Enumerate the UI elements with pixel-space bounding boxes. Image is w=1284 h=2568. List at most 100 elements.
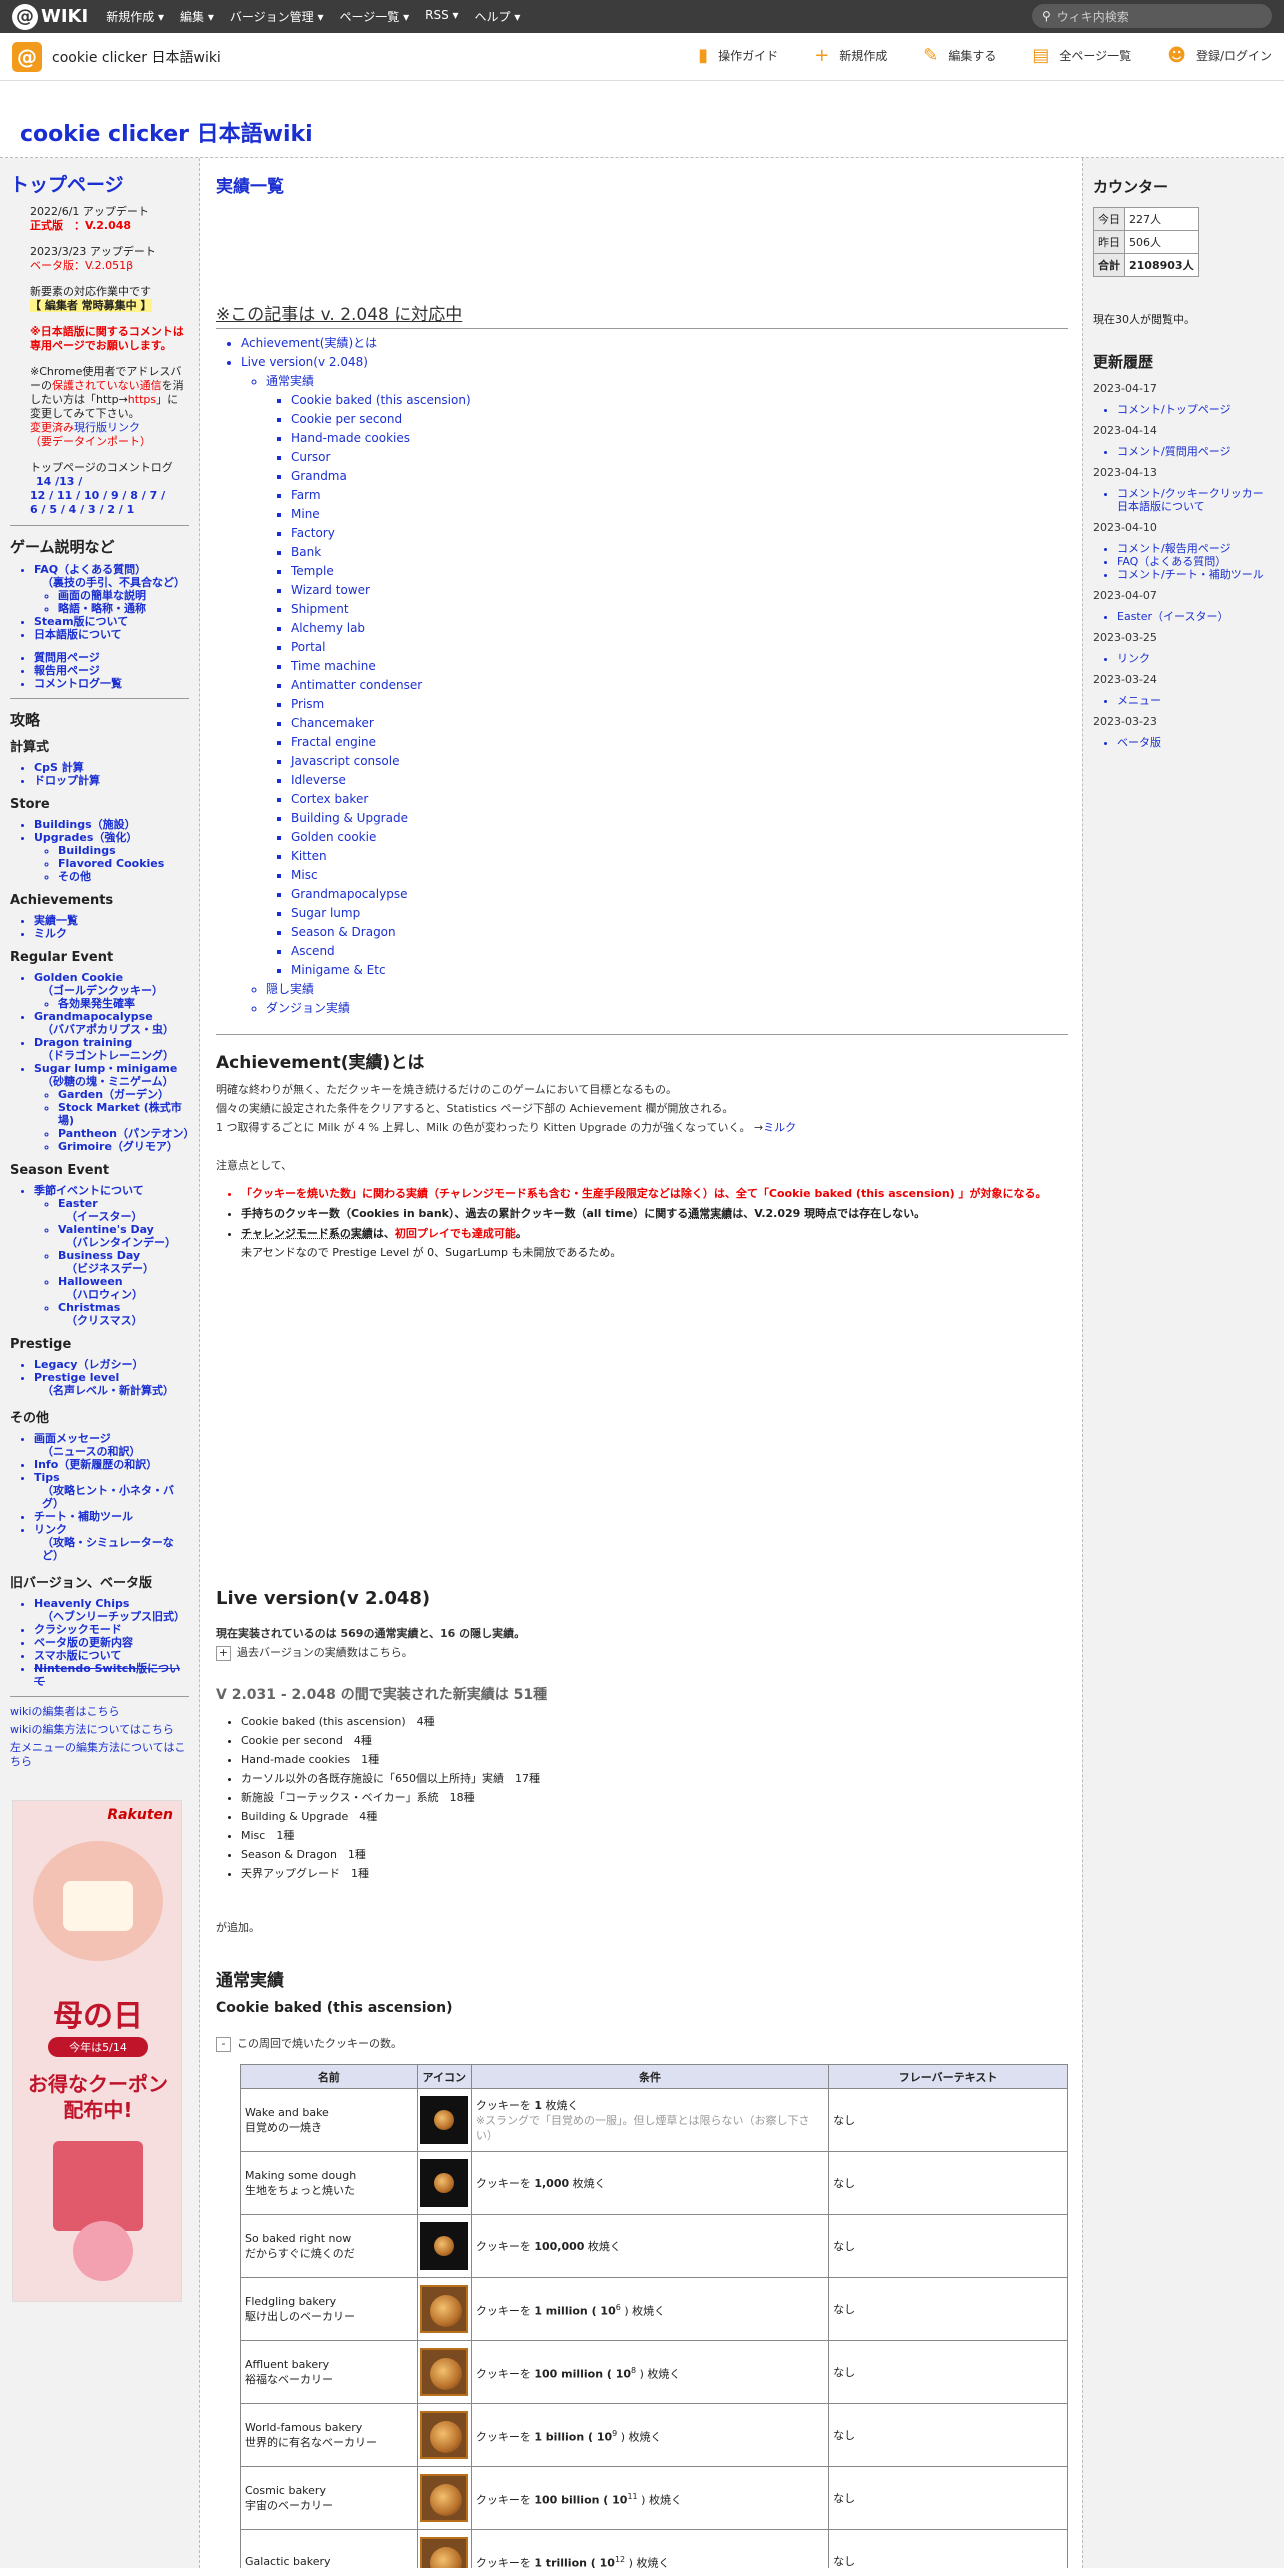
toc-item[interactable]: Sugar lump xyxy=(291,904,816,923)
list-item: Building & Upgrade 4種 xyxy=(241,1807,540,1826)
section-live-version: Live version(v 2.048) xyxy=(216,1588,431,1609)
about-text: 明確な終わりが無く、ただクッキーを焼き続けるだけのこのゲームにおいて目標となるも… xyxy=(216,1083,797,1172)
toc-item[interactable]: Misc xyxy=(291,866,816,885)
top-menus: 新規作成 ▾ 編集 ▾ バージョン管理 ▾ ページ一覧 ▾ RSS ▾ ヘルプ … xyxy=(106,8,536,25)
guide-button[interactable]: ▮ 操作ガイド xyxy=(698,45,778,66)
history-date: 2023-04-07 xyxy=(1093,589,1157,602)
toc-item[interactable]: Cortex baker xyxy=(291,790,816,809)
new-page-button[interactable]: + 新規作成 xyxy=(814,45,887,66)
toc-item[interactable]: Temple xyxy=(291,562,816,581)
menu-pages[interactable]: ページ一覧 ▾ xyxy=(340,8,410,25)
achievement-icon xyxy=(420,2411,469,2459)
history-item[interactable]: コメント/チート・補助ツール xyxy=(1117,568,1274,581)
new-achievements-list: Cookie baked (this ascension) 4種Cookie p… xyxy=(216,1712,540,1883)
history-item[interactable]: ベータ版 xyxy=(1117,736,1274,749)
toc-item[interactable]: Hand-made cookies xyxy=(291,429,816,448)
history-item[interactable]: コメント/報告用ページ xyxy=(1117,542,1274,555)
menu-edit[interactable]: 編集 ▾ xyxy=(180,8,214,25)
expand-toggle[interactable]: + xyxy=(216,1645,231,1661)
toc-item[interactable]: Kitten xyxy=(291,847,816,866)
atwiki-logo[interactable]: @ WIKI xyxy=(12,3,88,30)
toc-item[interactable]: Javascript console xyxy=(291,752,816,771)
user-add-icon: ☻ xyxy=(1167,45,1186,66)
history-item[interactable]: コメント/質問用ページ xyxy=(1117,445,1274,458)
history-item[interactable]: リンク xyxy=(1117,652,1274,665)
editor-link[interactable]: wikiの編集者はこちら xyxy=(10,1705,189,1719)
edit-button[interactable]: ✎ 編集する xyxy=(923,45,996,66)
toc-item[interactable]: Antimatter condenser xyxy=(291,676,816,695)
toc-item[interactable]: Grandma xyxy=(291,467,816,486)
history-date: 2023-03-23 xyxy=(1093,715,1157,728)
table-of-contents: Achievement(実績)とは Live version(v 2.048) … xyxy=(216,334,816,1018)
toc-item[interactable]: Mine xyxy=(291,505,816,524)
toc-item[interactable]: Time machine xyxy=(291,657,816,676)
toc-item[interactable]: Cookie baked (this ascension) xyxy=(291,391,816,410)
all-pages-button[interactable]: ▤ 全ページ一覧 xyxy=(1032,45,1131,66)
plus-icon: + xyxy=(814,45,830,66)
achievement-icon xyxy=(420,2159,469,2207)
toc-item[interactable]: Farm xyxy=(291,486,816,505)
toc-item[interactable]: Chancemaker xyxy=(291,714,816,733)
history-date: 2023-03-24 xyxy=(1093,673,1157,686)
site-name[interactable]: cookie clicker 日本語wiki xyxy=(52,47,221,67)
menu-edit-howto-link[interactable]: 左メニューの編集方法についてはこちら xyxy=(10,1741,189,1769)
history-item[interactable]: FAQ（よくある質問） xyxy=(1117,555,1274,568)
list-item: 天界アップグレード 1種 xyxy=(241,1864,540,1883)
wiki-search-input[interactable]: ⚲ ウィキ内検索 xyxy=(1032,4,1272,28)
achievement-icon xyxy=(420,2096,469,2144)
achievement-icon xyxy=(420,2474,469,2522)
edit-howto-link[interactable]: wikiの編集方法についてはこちら xyxy=(10,1723,189,1737)
toc-item[interactable]: Portal xyxy=(291,638,816,657)
menu-version[interactable]: バージョン管理 ▾ xyxy=(230,8,324,25)
left-top-page-link[interactable]: トップページ xyxy=(10,170,189,197)
history-item[interactable]: コメント/トップページ xyxy=(1117,403,1274,416)
achievement-icon xyxy=(420,2222,469,2270)
page-title[interactable]: 実績一覧 xyxy=(216,172,284,197)
toc-item[interactable]: Bank xyxy=(291,543,816,562)
login-button[interactable]: ☻ 登録/ログイン xyxy=(1167,45,1272,66)
table-row: World-famous bakery 世界的に有名なベーカリー クッキーを 1 b… xyxy=(240,2403,1068,2467)
toc-item[interactable]: Cookie per second xyxy=(291,410,816,429)
site-title[interactable]: cookie clicker 日本語wiki xyxy=(20,116,313,148)
toc-item[interactable]: Minigame & Etc xyxy=(291,961,816,980)
toc-item[interactable]: Fractal engine xyxy=(291,733,816,752)
list-item: Cookie baked (this ascension) 4種 xyxy=(241,1712,540,1731)
game-section-title: ゲーム説明など xyxy=(10,538,115,556)
update-history: 2023-04-17 コメント/トップページ 2023-04-14 コメント/質問用ペ… xyxy=(1093,382,1274,749)
at-logo-icon: @ xyxy=(12,3,38,30)
toc-item[interactable]: Shipment xyxy=(291,600,816,619)
top-bar: @ WIKI 新規作成 ▾ 編集 ▾ バージョン管理 ▾ ページ一覧 ▾ RSS … xyxy=(0,0,1284,33)
achievements-table: 名前 アイコン 条件 フレーバーテキスト Wake and bake 目覚めの一焼… xyxy=(240,2064,1068,2568)
menu-rss[interactable]: RSS ▾ xyxy=(425,8,458,25)
list-item: Season & Dragon 1種 xyxy=(241,1845,540,1864)
ad-banner[interactable]: Rakuten 母の日 今年は5/14 お得なクーポン 配布中! xyxy=(12,1800,182,2302)
history-item[interactable]: Easter（イースター） xyxy=(1117,610,1274,623)
toc-item[interactable]: Wizard tower xyxy=(291,581,816,600)
main-content: 実績一覧 ※この記事は v. 2.048 に対応中 Achievement(実績… xyxy=(216,158,1068,2568)
table-row: Galactic bakery クッキーを 1 trillion ( 1012 )… xyxy=(240,2529,1068,2568)
flower-image xyxy=(73,2221,133,2281)
toc-item[interactable]: Building & Upgrade xyxy=(291,809,816,828)
toc-item[interactable]: Factory xyxy=(291,524,816,543)
site-logo-icon[interactable]: @ xyxy=(12,41,42,72)
gift-image xyxy=(53,2141,143,2231)
list-item: 新施設「コーテックス・ベイカー」系統 18種 xyxy=(241,1788,540,1807)
menu-new[interactable]: 新規作成 ▾ xyxy=(106,8,164,25)
history-item[interactable]: コメント/クッキークリッカー日本語版について xyxy=(1117,487,1274,513)
achievement-icon xyxy=(420,2348,469,2396)
toc-item[interactable]: Golden cookie xyxy=(291,828,816,847)
history-item[interactable]: メニュー xyxy=(1117,694,1274,707)
toc-item[interactable]: Idleverse xyxy=(291,771,816,790)
section-cookie-baked: Cookie baked (this ascension) xyxy=(216,2000,453,2016)
counter-title: カウンター xyxy=(1093,178,1169,196)
menu-help[interactable]: ヘルプ ▾ xyxy=(475,8,521,25)
toc-item[interactable]: Alchemy lab xyxy=(291,619,816,638)
toc-item[interactable]: Season & Dragon xyxy=(291,923,816,942)
guide-icon: ▮ xyxy=(698,45,709,66)
toc-item[interactable]: Ascend xyxy=(291,942,816,961)
toc-item[interactable]: Prism xyxy=(291,695,816,714)
collapse-toggle[interactable]: - xyxy=(216,2036,231,2052)
pencil-icon: ✎ xyxy=(923,45,939,66)
toc-item[interactable]: Grandmapocalypse xyxy=(291,885,816,904)
toc-item[interactable]: Cursor xyxy=(291,448,816,467)
